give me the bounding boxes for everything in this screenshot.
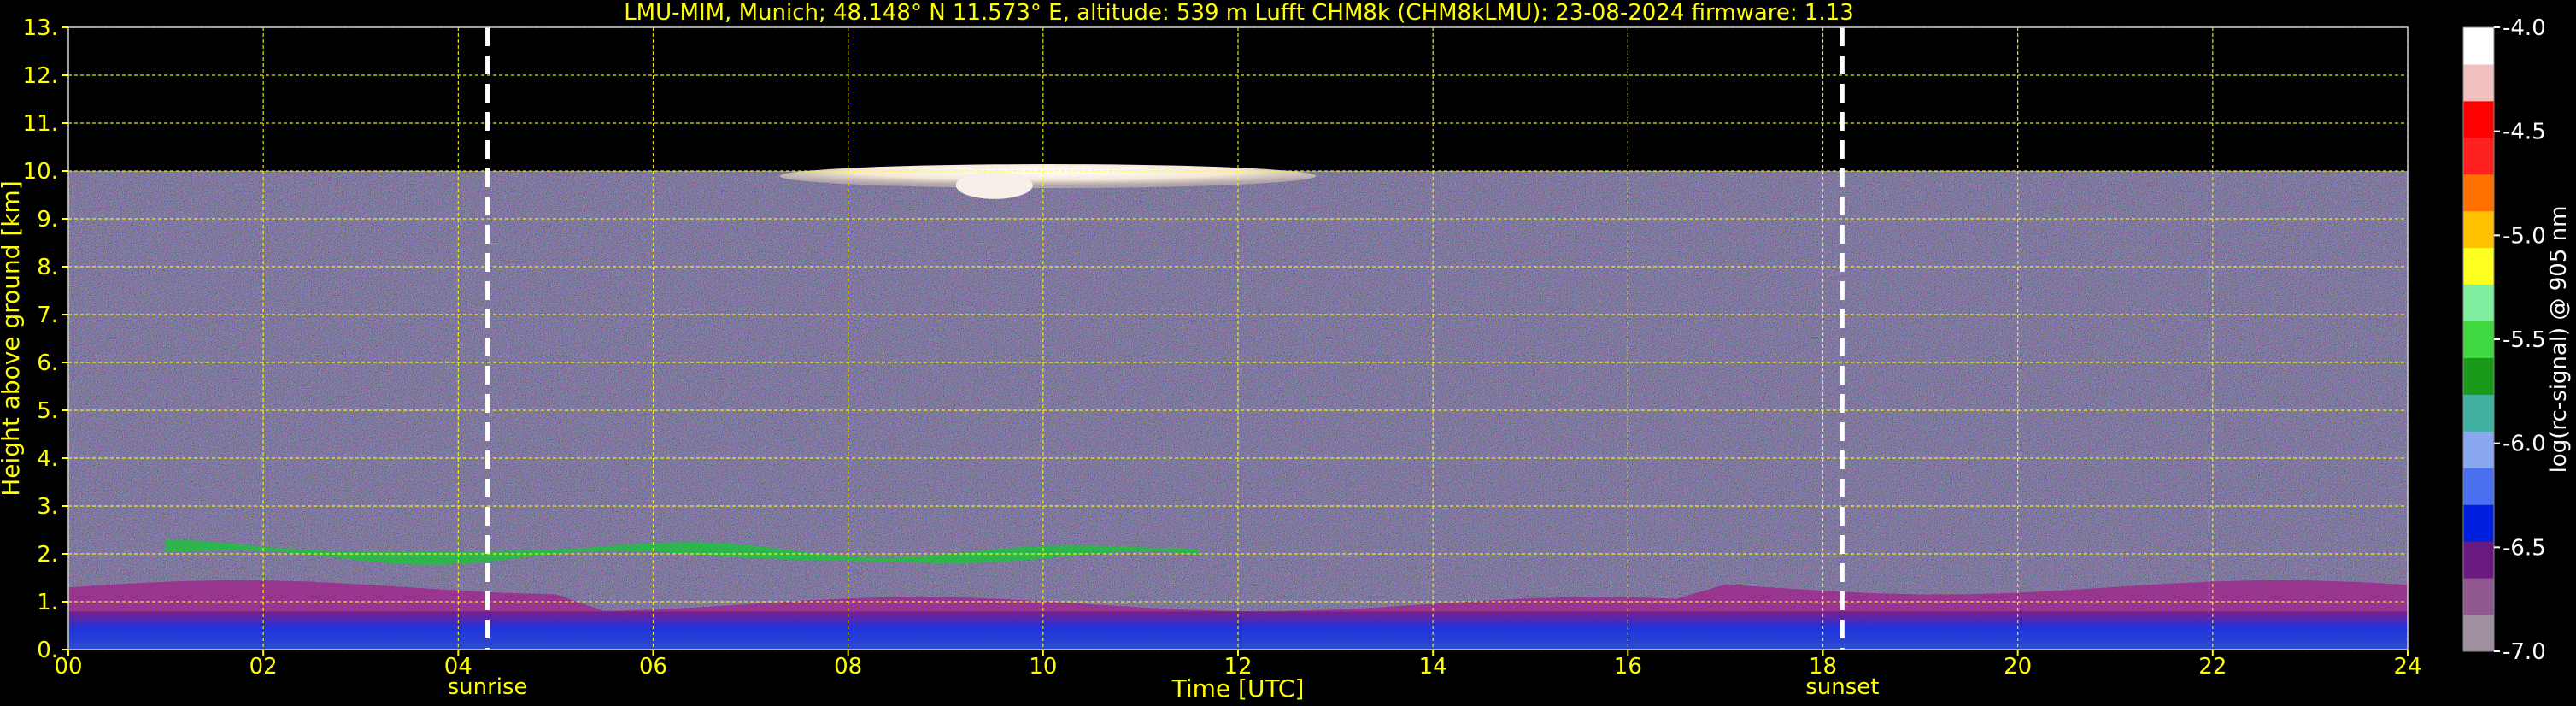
x-tick-label: 06	[639, 654, 667, 680]
colorbar-swatch	[2463, 137, 2494, 175]
x-tick-label: 00	[54, 654, 82, 680]
y-tick-label: 6.	[37, 350, 58, 376]
x-tick-label: 10	[1029, 654, 1057, 680]
x-tick-label: 16	[1614, 654, 1642, 680]
ceilometer-chart: sunrise sunset 00 02 04 06 08 10 12 14 16 18 20 22 24…	[0, 15, 2572, 703]
y-axis-label: Height above ground [km]	[0, 180, 25, 497]
colorbar-tick-label: -7.0	[2503, 639, 2546, 665]
y-tick-label: 5.	[37, 398, 58, 424]
y-tick-label: 10.	[23, 159, 58, 185]
colorbar-tick-label: -4.0	[2503, 15, 2546, 41]
y-tick-label: 3.	[37, 494, 58, 520]
y-tick-label: 12.	[23, 63, 58, 89]
colorbar-swatch	[2463, 394, 2494, 432]
colorbar-swatch	[2463, 578, 2494, 615]
colorbar-swatch	[2463, 247, 2494, 285]
y-tick-label: 11.	[23, 111, 58, 137]
x-axis-label: Time [UTC]	[1171, 674, 1305, 703]
y-tick-label: 8.	[37, 255, 58, 280]
cloud-layer	[779, 164, 1317, 188]
y-tick-label: 4.	[37, 446, 58, 472]
y-tick-label: 2.	[37, 542, 58, 568]
colorbar-swatch	[2463, 100, 2494, 138]
colorbar-label: log(rc-signal) @ 905 nm	[2546, 206, 2572, 474]
colorbar-tick-label: -6.0	[2503, 432, 2546, 457]
colorbar-tick-label: -4.5	[2503, 120, 2546, 145]
x-tick-label: 04	[444, 654, 472, 680]
colorbar-swatch	[2463, 541, 2494, 579]
x-tick-label: 02	[249, 654, 278, 680]
colorbar-swatch	[2463, 174, 2494, 212]
colorbar-swatch	[2463, 468, 2494, 505]
colorbar-swatch	[2463, 63, 2494, 102]
x-tick-label: 24	[2393, 654, 2421, 680]
colorbar-swatch	[2463, 284, 2494, 322]
x-tick-label: 08	[834, 654, 862, 680]
colorbar-tick-label: -5.5	[2503, 327, 2546, 353]
x-tick-label: 14	[1419, 654, 1447, 680]
colorbar-swatch	[2463, 615, 2494, 652]
chart-title: LMU-MIM, Munich; 48.148° N 11.573° E, al…	[624, 0, 1854, 26]
colorbar-tick-label: -6.5	[2503, 535, 2546, 561]
y-tick-label: 0.	[37, 638, 58, 663]
x-tick-label: 22	[2198, 654, 2227, 680]
colorbar-swatch	[2463, 357, 2494, 395]
colorbar-swatch	[2463, 321, 2494, 358]
colorbar-tick-label: -5.0	[2503, 223, 2546, 249]
colorbar-swatch	[2463, 210, 2494, 249]
x-tick-label: 20	[2004, 654, 2032, 680]
x-tick-label: 18	[1809, 654, 1837, 680]
y-tick-label: 9.	[37, 207, 58, 232]
colorbar-swatch	[2463, 504, 2494, 542]
colorbar-swatch	[2463, 27, 2494, 65]
cloud-layer-core	[955, 171, 1033, 199]
y-tick-label: 7.	[37, 303, 58, 328]
y-tick-label: 1.	[37, 590, 58, 615]
colorbar-swatch	[2463, 431, 2494, 468]
